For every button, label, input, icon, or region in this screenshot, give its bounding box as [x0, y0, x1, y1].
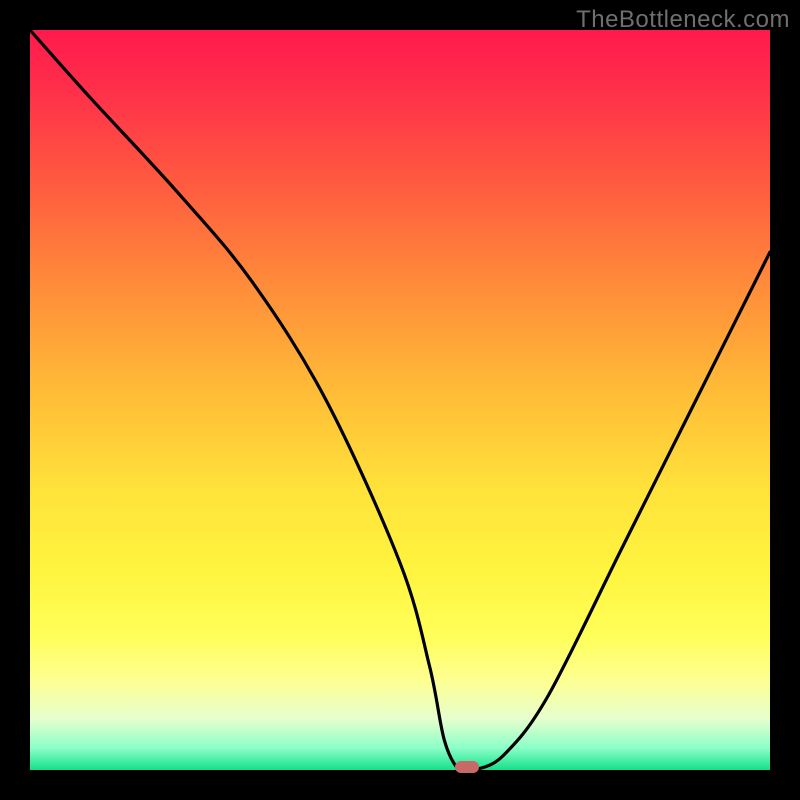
bottleneck-curve [30, 30, 770, 770]
chart-frame: TheBottleneck.com [0, 0, 800, 800]
plot-area [30, 30, 770, 770]
optimal-point-marker [455, 761, 479, 773]
